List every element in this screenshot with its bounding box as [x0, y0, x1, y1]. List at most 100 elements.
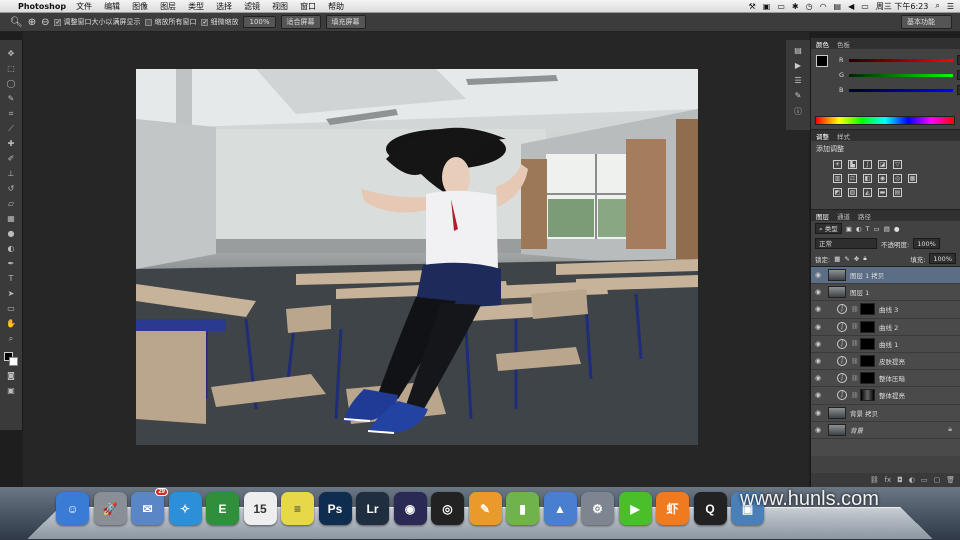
mask-link-icon[interactable]: ⛓ — [851, 340, 859, 347]
layer-row[interactable]: ◉ 背景 拷贝 — [811, 405, 960, 422]
healing-brush-tool-icon[interactable]: ✚ — [5, 138, 17, 149]
iqiyi-icon[interactable]: ▶ — [618, 492, 652, 525]
launchpad-icon[interactable]: 🚀 — [93, 492, 127, 525]
zoom-tool-icon[interactable]: ⌕ — [5, 333, 17, 344]
trash-icon[interactable]: 🗑︎ — [946, 476, 955, 484]
properties-panel-icon[interactable]: ☰ — [794, 76, 801, 85]
color-balance-icon[interactable]: ⚖ — [848, 174, 857, 183]
menu-file[interactable]: 文件 — [76, 1, 92, 12]
filter-type-icon[interactable]: T — [866, 225, 870, 233]
layer-mask-thumbnail[interactable] — [860, 320, 875, 333]
xiami-icon[interactable]: 虾 — [656, 492, 689, 525]
bluetooth-icon[interactable]: ✱ — [792, 2, 799, 11]
layer-mask-thumbnail[interactable] — [860, 389, 875, 402]
gradient-tool-icon[interactable]: ▦ — [5, 213, 17, 224]
new-layer-icon[interactable]: ▢ — [933, 476, 940, 484]
quick-select-tool-icon[interactable]: ✎ — [5, 93, 17, 104]
visibility-eye-icon[interactable]: ◉ — [815, 426, 824, 434]
curves-icon[interactable]: ∫ — [863, 160, 872, 169]
gradient-map-icon[interactable]: ▬ — [878, 188, 887, 197]
layer-style-icon[interactable]: fx — [885, 476, 892, 484]
visibility-eye-icon[interactable]: ◉ — [815, 288, 824, 296]
tab-styles[interactable]: 样式 — [837, 131, 850, 141]
tab-paths[interactable]: 路径 — [858, 211, 871, 221]
new-adjustment-icon[interactable]: ◐ — [909, 476, 915, 484]
lock-position-icon[interactable]: ✥ — [854, 255, 859, 263]
selective-color-icon[interactable]: ▤ — [893, 188, 902, 197]
add-mask-icon[interactable]: ◘ — [897, 476, 903, 484]
layer-row[interactable]: ◉ ∫ ⛓ 整体提亮 — [811, 387, 960, 405]
fill-field[interactable]: 100% — [929, 253, 956, 264]
lasso-tool-icon[interactable]: ◯ — [5, 78, 17, 89]
visibility-eye-icon[interactable]: ◉ — [815, 340, 824, 348]
eraser-tool-icon[interactable]: ▱ — [5, 198, 17, 209]
menu-image[interactable]: 图像 — [132, 1, 148, 12]
menu-window[interactable]: 窗口 — [300, 1, 316, 12]
tab-adjustments[interactable]: 调整 — [816, 131, 829, 141]
menu-edit[interactable]: 编辑 — [104, 1, 120, 12]
zoom-100-button[interactable]: 100% — [243, 16, 276, 28]
fit-screen-button[interactable]: 适合屏幕 — [280, 15, 321, 29]
red-slider[interactable] — [849, 58, 953, 62]
history-panel-icon[interactable]: ▤ — [794, 46, 802, 55]
safari-icon[interactable]: ✧ — [168, 492, 202, 525]
keynote-icon[interactable]: ▲ — [543, 492, 577, 525]
menu-select[interactable]: 选择 — [216, 1, 232, 12]
menu-layer[interactable]: 图层 — [160, 1, 176, 12]
system-preferences-icon[interactable]: ⚙ — [581, 492, 614, 525]
layer-row[interactable]: ◉ 图层 1 拷贝 — [811, 267, 960, 285]
color-swatches[interactable] — [4, 352, 18, 366]
layer-row[interactable]: ◉ ∫ ⛓ 曲线 3 — [811, 301, 960, 319]
brush-panel-icon[interactable]: ✎ — [795, 91, 802, 100]
tab-swatches[interactable]: 色板 — [837, 39, 850, 49]
calendar-icon[interactable]: 15 — [243, 492, 277, 525]
new-group-icon[interactable]: ▭ — [921, 476, 928, 484]
mask-link-icon[interactable]: ⛓ — [851, 306, 859, 313]
fill-screen-button[interactable]: 填充屏幕 — [325, 15, 366, 29]
history-brush-tool-icon[interactable]: ↺ — [5, 183, 17, 194]
aperture-icon[interactable]: ◎ — [431, 492, 464, 525]
pen-tool-icon[interactable]: ✒ — [5, 258, 17, 269]
photoshop-icon[interactable]: Ps — [318, 492, 352, 525]
crop-tool-icon[interactable]: ⌗ — [5, 108, 17, 119]
volume-icon[interactable]: ◀ — [848, 2, 854, 11]
green-slider[interactable] — [849, 73, 953, 77]
layer-filter-select[interactable]: ⌕ 类型 — [815, 223, 842, 234]
screen-status-icon[interactable]: ▭ — [777, 2, 785, 11]
filter-pixel-icon[interactable]: ▣ — [846, 225, 852, 233]
color-lookup-icon[interactable]: ▦ — [908, 174, 917, 183]
brightness-icon[interactable]: ☀ — [833, 160, 842, 169]
layer-mask-thumbnail[interactable] — [860, 303, 875, 316]
lightroom-icon[interactable]: Lr — [356, 492, 389, 525]
invert-icon[interactable]: ◩ — [833, 188, 842, 197]
color-spectrum-bar[interactable] — [815, 116, 955, 125]
spotlight-icon[interactable]: ⌕ — [935, 1, 939, 11]
link-layers-icon[interactable]: ⛓ — [870, 476, 879, 484]
levels-icon[interactable]: ▙ — [848, 160, 857, 169]
document-photo[interactable] — [136, 69, 698, 445]
workspace-select[interactable]: 基本功能 — [901, 15, 952, 29]
tools-status-icon[interactable]: ⚒ — [749, 2, 756, 11]
time-machine-icon[interactable]: ◷ — [806, 2, 813, 11]
zoom-in-icon[interactable]: ⊕ — [28, 17, 36, 28]
lock-all-icon[interactable]: 🔒︎ — [863, 254, 866, 263]
layer-row[interactable]: ◉ 图层 1 — [811, 284, 960, 302]
zoom-all-windows-checkbox[interactable]: 缩放所有窗口 — [145, 17, 196, 27]
lock-pixels-icon[interactable]: ✎ — [844, 255, 849, 263]
exposure-icon[interactable]: ◪ — [878, 160, 887, 169]
monitor-status-icon[interactable]: ▣ — [763, 2, 771, 11]
layer-row[interactable]: ◉ ∫ ⛓ 曲线 2 — [811, 319, 960, 336]
posterize-icon[interactable]: ▨ — [848, 188, 857, 197]
layer-mask-thumbnail[interactable] — [860, 337, 875, 350]
vibrance-icon[interactable]: ▽ — [893, 160, 902, 169]
finder-icon[interactable]: ☺ — [56, 492, 89, 525]
battery-icon[interactable]: ▭ — [861, 2, 869, 11]
info-panel-icon[interactable]: ⓘ — [794, 106, 802, 117]
zoom-tool-icon[interactable]: 🔍︎ — [10, 17, 23, 28]
zoom-out-icon[interactable]: ⊖ — [41, 17, 49, 28]
filter-toggle[interactable]: ● — [894, 225, 900, 233]
rectangle-tool-icon[interactable]: ▭ — [5, 303, 17, 314]
layer-row[interactable]: ◉ ∫ ⛓ 皮肤提亮 — [811, 353, 960, 371]
filter-smart-icon[interactable]: ▤ — [884, 225, 890, 233]
blue-slider[interactable] — [849, 88, 953, 92]
